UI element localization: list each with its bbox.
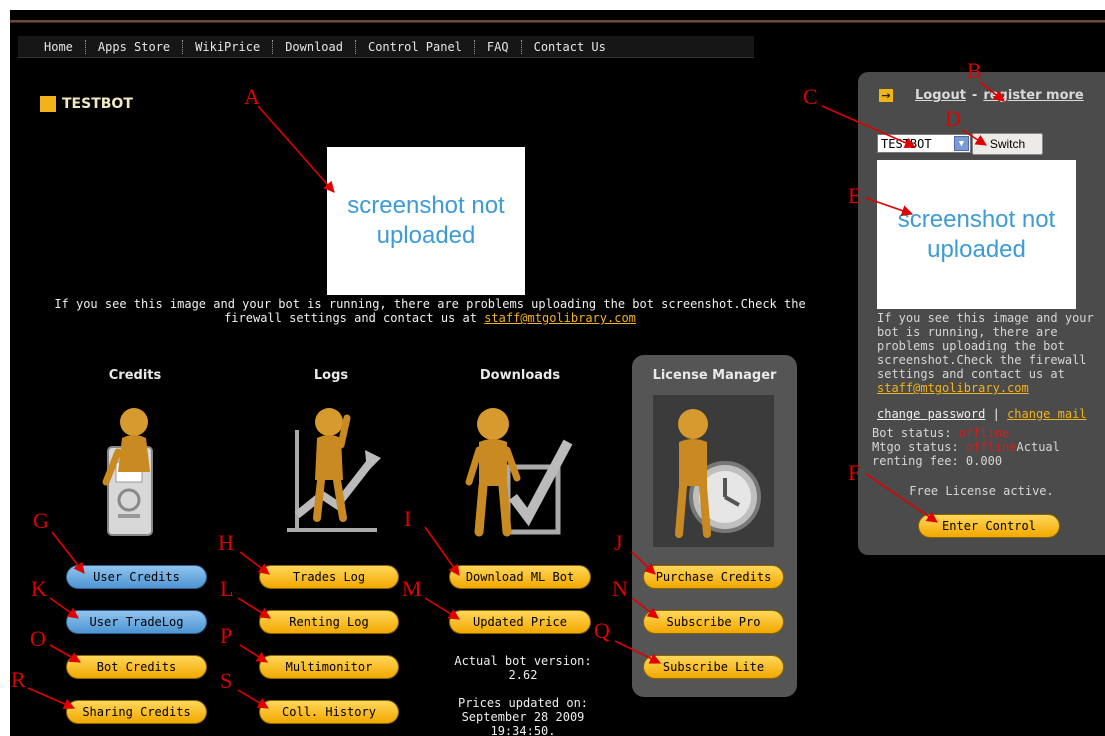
license-figure-icon — [675, 409, 761, 538]
screenshot-warning-text: If you see this image and your bot is ru… — [54, 297, 806, 325]
bot-select[interactable]: TESTBOT ▼ — [877, 134, 971, 153]
annotation-label: Q — [594, 618, 610, 643]
version-value: 2.62 — [508, 668, 538, 682]
credits-figure-icon — [102, 408, 153, 536]
bot-select-value: TESTBOT — [881, 136, 932, 151]
page-title: TESTBOT — [62, 96, 133, 112]
annotation-label: D — [945, 106, 961, 131]
credits-heading: Credits — [108, 368, 162, 383]
annotation-label: S — [220, 668, 233, 693]
mtgo-status-label: Mtgo status: — [872, 440, 959, 454]
prices-label: Prices updated on: — [457, 696, 589, 710]
bot-title-row: TESTBOT — [40, 96, 133, 112]
page: { "nav": { "items": ["Home","Apps Store"… — [0, 0, 1105, 736]
logout-link[interactable]: Logout — [915, 88, 966, 103]
chevron-down-icon[interactable]: ▼ — [954, 136, 969, 151]
annotation-label: N — [612, 576, 628, 601]
switch-button[interactable]: Switch — [972, 133, 1043, 155]
annotation-label: H — [218, 530, 234, 555]
nav-contact-us[interactable]: Contact Us — [522, 36, 618, 58]
staff-email-link[interactable]: staff@mtgolibrary.com — [484, 311, 636, 325]
annotation-label: B — [967, 58, 982, 83]
account-links: → Logout - register more — [879, 88, 1084, 103]
annotation-label: K — [31, 576, 47, 601]
bot-status-label: Bot status: — [872, 426, 952, 440]
prices-time: 19:34:50. — [490, 724, 556, 736]
multimonitor-button[interactable]: Multimonitor — [259, 655, 399, 679]
account-actions: change password | change mail — [877, 407, 1087, 421]
nav-control-panel[interactable]: Control Panel — [356, 36, 474, 58]
sidebar-warning: If you see this image and your bot is ru… — [877, 311, 1099, 395]
mtgo-status-value: offline — [965, 440, 1017, 454]
annotation-label: J — [614, 530, 623, 555]
purchase-credits-button[interactable]: Purchase Credits — [643, 565, 784, 589]
renting-log-button[interactable]: Renting Log — [259, 610, 399, 634]
downloads-heading: Downloads — [479, 368, 561, 383]
main-nav: Home Apps Store WikiPrice Download Contr… — [18, 36, 754, 58]
change-mail-link[interactable]: change mail — [1007, 407, 1086, 421]
logout-arrow-icon: → — [879, 89, 893, 102]
license-manager-heading: License Manager — [652, 368, 777, 383]
download-ml-bot-button[interactable]: Download ML Bot — [449, 565, 591, 589]
annotation-label: I — [404, 506, 412, 531]
version-label: Actual bot version: — [454, 654, 592, 668]
sidebar-screenshot-text: screenshot not uploaded — [897, 205, 1056, 263]
trades-log-button[interactable]: Trades Log — [259, 565, 399, 589]
bot-screenshot-placeholder: screenshot not uploaded — [327, 147, 525, 295]
bot-credits-button[interactable]: Bot Credits — [66, 655, 207, 679]
annotation-label: A — [244, 84, 260, 109]
sharing-credits-button[interactable]: Sharing Credits — [66, 700, 207, 724]
license-status: Free License active. — [909, 484, 1054, 498]
version-info: Actual bot version: 2.62 Prices updated … — [452, 654, 594, 736]
annotation-label: E — [848, 183, 862, 208]
change-password-link[interactable]: change password — [877, 407, 985, 421]
screenshot-placeholder-text: screenshot not uploaded — [347, 192, 505, 249]
annotation-label: P — [220, 623, 233, 648]
updated-price-button[interactable]: Updated Price — [449, 610, 591, 634]
coll-history-button[interactable]: Coll. History — [259, 700, 399, 724]
prices-date: September 28 2009 — [461, 710, 585, 724]
register-more-link[interactable]: register more — [983, 88, 1083, 103]
nav-wikiprice[interactable]: WikiPrice — [183, 36, 272, 58]
nav-home[interactable]: Home — [32, 36, 85, 58]
link-separator: - — [971, 88, 978, 103]
top-divider-shadow — [10, 22, 1105, 23]
annotation-label: M — [402, 576, 422, 601]
square-bullet-icon — [40, 96, 56, 112]
user-credits-button[interactable]: User Credits — [66, 565, 207, 589]
annotation-label: R — [11, 667, 26, 692]
bot-status: Bot status: offline Mtgo status: offline… — [872, 426, 1105, 468]
bot-status-value: offline — [958, 426, 1010, 440]
nav-apps-store[interactable]: Apps Store — [86, 36, 182, 58]
sidebar-warning-text: If you see this image and your bot is ru… — [877, 311, 1094, 381]
logs-heading: Logs — [313, 368, 349, 383]
enter-control-button[interactable]: Enter Control — [918, 514, 1060, 538]
annotation-label: L — [220, 576, 234, 601]
sidebar-email-link[interactable]: staff@mtgolibrary.com — [877, 381, 1029, 395]
user-tradelog-button[interactable]: User TradeLog — [66, 610, 207, 634]
action-separator: | — [985, 407, 1008, 421]
annotation-label: G — [33, 508, 49, 533]
screenshot-warning: If you see this image and your bot is ru… — [50, 297, 810, 325]
annotation-label: C — [803, 84, 818, 109]
annotation-label: F — [848, 460, 861, 485]
logs-figure-icon — [287, 408, 381, 532]
sidebar-screenshot-placeholder: screenshot not uploaded — [877, 160, 1076, 309]
subscribe-lite-button[interactable]: Subscribe Lite — [643, 655, 784, 679]
downloads-figure-icon — [465, 408, 573, 537]
subscribe-pro-button[interactable]: Subscribe Pro — [643, 610, 784, 634]
nav-faq[interactable]: FAQ — [475, 36, 521, 58]
annotation-label: O — [30, 626, 46, 651]
nav-download[interactable]: Download — [273, 36, 355, 58]
